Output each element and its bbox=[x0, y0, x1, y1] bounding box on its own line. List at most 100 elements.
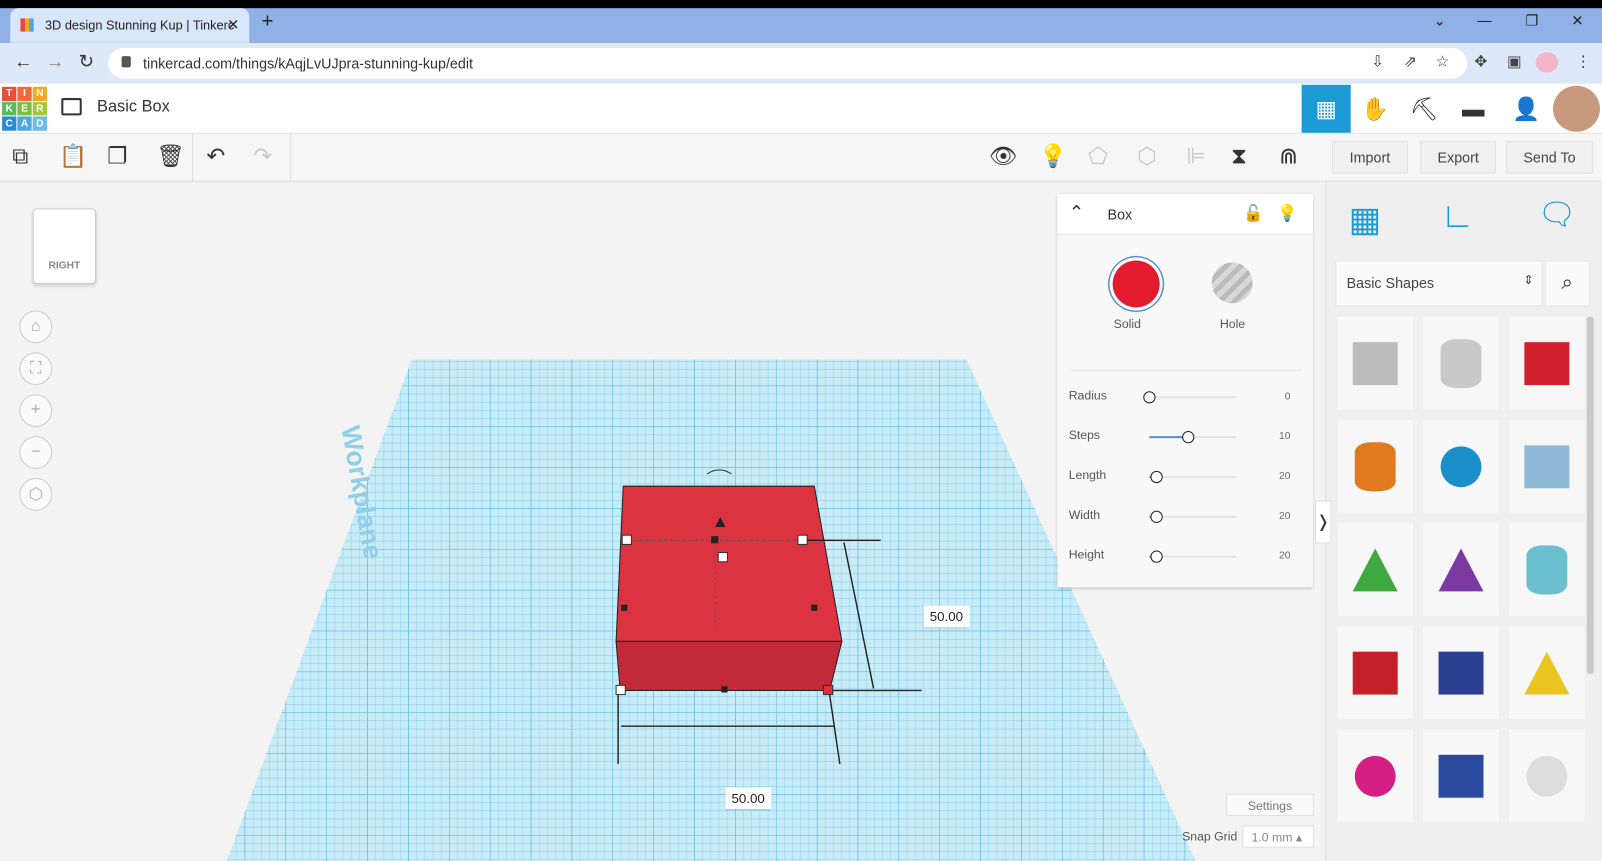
show-lightbulb-icon[interactable]: 💡 bbox=[1039, 143, 1067, 170]
cylinder-shape[interactable] bbox=[1337, 419, 1414, 513]
param-value[interactable]: 10 bbox=[1279, 431, 1290, 442]
shape-category-select[interactable]: Basic Shapes ⇕ bbox=[1335, 260, 1543, 307]
share-icon[interactable]: ⇗ bbox=[1404, 52, 1417, 70]
paraboloid-shape[interactable] bbox=[1509, 729, 1585, 823]
snap-grid-select[interactable]: 1.0 mm ▴ bbox=[1242, 825, 1314, 848]
extensions-icon[interactable]: ✥ bbox=[1474, 52, 1487, 70]
workplane-tool-icon[interactable]: ▦ bbox=[1349, 199, 1382, 240]
duplicate-icon[interactable]: ❐ bbox=[107, 143, 127, 170]
half-sphere-shape[interactable] bbox=[1337, 729, 1414, 823]
bricks-button[interactable]: ▬ bbox=[1449, 85, 1498, 133]
lightbulb-icon[interactable]: 💡 bbox=[1277, 203, 1297, 223]
perspective-icon[interactable]: ⬡ bbox=[19, 478, 53, 511]
tinkercad-logo[interactable]: TIN KER CAD bbox=[2, 86, 47, 131]
cruise-magnet-icon[interactable]: ⋒ bbox=[1279, 143, 1298, 170]
lock-open-icon[interactable]: 🔓 bbox=[1243, 203, 1263, 223]
back-icon[interactable]: ← bbox=[14, 51, 32, 72]
collapse-panel-button[interactable]: ❭ bbox=[1314, 500, 1332, 544]
scribble-shape[interactable] bbox=[1509, 419, 1585, 513]
param-value[interactable]: 20 bbox=[1279, 551, 1290, 562]
ruler-tool-icon[interactable]: ∟ bbox=[1441, 196, 1475, 236]
export-button[interactable]: Export bbox=[1420, 140, 1497, 174]
delete-icon[interactable]: 🗑 bbox=[156, 143, 185, 170]
param-value[interactable]: 0 bbox=[1285, 391, 1291, 402]
close-window-icon[interactable]: ✕ bbox=[1571, 12, 1583, 29]
shape-inspector: ⌃ Box 🔓 💡 Solid Hole Radius 0 Steps 10 Len… bbox=[1057, 194, 1313, 588]
ungroup-icon[interactable]: ⬡ bbox=[1137, 143, 1157, 170]
param-slider-track[interactable] bbox=[1149, 396, 1237, 399]
text-shape-thumbnail bbox=[1352, 651, 1398, 695]
send-to-button[interactable]: Send To bbox=[1505, 140, 1593, 174]
solid-label: Solid bbox=[1113, 316, 1141, 331]
close-tab-icon[interactable]: ✕ bbox=[227, 16, 239, 33]
param-value[interactable]: 20 bbox=[1279, 471, 1290, 482]
bookmark-star-icon[interactable]: ☆ bbox=[1435, 52, 1449, 70]
cone-shape[interactable] bbox=[1423, 522, 1499, 616]
fit-view-icon[interactable]: ⛶ bbox=[19, 352, 53, 386]
param-value[interactable]: 20 bbox=[1279, 511, 1290, 522]
pyramid-shape[interactable] bbox=[1509, 626, 1585, 720]
logo-letter: T bbox=[2, 86, 17, 101]
hole-button[interactable] bbox=[1211, 262, 1253, 304]
home-view-icon[interactable]: ⌂ bbox=[19, 310, 53, 344]
redo-icon[interactable]: ↷ bbox=[253, 143, 272, 170]
zoom-out-icon[interactable]: − bbox=[19, 436, 53, 469]
import-button[interactable]: Import bbox=[1332, 140, 1408, 174]
copy-icon[interactable]: ⧉ bbox=[12, 143, 28, 170]
url-field[interactable]: tinkercad.com/things/kAqjLvUJpra-stunnin… bbox=[108, 48, 1468, 79]
sphere-shape-thumbnail bbox=[1440, 445, 1482, 487]
logo-letter: C bbox=[2, 116, 17, 131]
browser-menu-icon[interactable]: ⋮ bbox=[1575, 52, 1590, 70]
dimension-length[interactable]: 50.00 bbox=[725, 787, 771, 809]
maximize-icon[interactable]: ❐ bbox=[1525, 12, 1538, 29]
side-panel-icon[interactable]: ▣ bbox=[1507, 52, 1521, 70]
user-avatar[interactable] bbox=[1552, 85, 1600, 132]
paste-icon[interactable]: 📋 bbox=[59, 143, 87, 170]
polygon-shape[interactable] bbox=[1423, 729, 1499, 823]
param-slider-knob[interactable] bbox=[1150, 470, 1163, 484]
group-icon[interactable]: ⬠ bbox=[1088, 143, 1108, 170]
minimize-icon[interactable]: — bbox=[1477, 12, 1491, 28]
text-shape[interactable] bbox=[1337, 626, 1414, 720]
new-tab-button[interactable]: + bbox=[262, 10, 274, 33]
collapse-chevron-icon[interactable]: ⌃ bbox=[1069, 202, 1084, 223]
round-roof-shape[interactable] bbox=[1509, 522, 1585, 616]
param-slider-knob[interactable] bbox=[1150, 550, 1163, 563]
wedge-shape[interactable] bbox=[1423, 626, 1499, 720]
undo-icon[interactable]: ↶ bbox=[206, 143, 225, 170]
install-icon[interactable]: ⇩ bbox=[1371, 52, 1384, 70]
notes-tool-icon[interactable]: 🗨 bbox=[1538, 197, 1577, 233]
align-icon[interactable]: ⊫ bbox=[1186, 143, 1206, 170]
design-title[interactable]: Basic Box bbox=[97, 98, 170, 116]
view-cube[interactable]: RIGHT bbox=[32, 208, 97, 284]
param-slider-knob[interactable] bbox=[1143, 391, 1156, 404]
box-shape[interactable] bbox=[1509, 316, 1585, 410]
browser-tab[interactable]: 3D design Stunning Kup | Tinkerc ✕ bbox=[10, 8, 250, 43]
add-user-button[interactable]: 👤 bbox=[1502, 85, 1551, 133]
dimension-width[interactable]: 50.00 bbox=[923, 605, 970, 628]
roof-shape[interactable] bbox=[1337, 522, 1414, 616]
mirror-icon[interactable]: ⧗ bbox=[1231, 143, 1247, 170]
select-arrows-icon: ⇕ bbox=[1523, 272, 1534, 288]
reload-icon[interactable]: ↻ bbox=[79, 51, 94, 72]
pickaxe-button[interactable]: ⛏ bbox=[1400, 85, 1449, 133]
3d-view-grid-button[interactable]: ▦ bbox=[1301, 84, 1351, 133]
param-slider-knob[interactable] bbox=[1150, 510, 1163, 523]
design-list-icon[interactable] bbox=[61, 98, 82, 116]
sphere-shape[interactable] bbox=[1423, 419, 1499, 513]
box-hole-shape[interactable] bbox=[1337, 316, 1414, 410]
box-shape-thumbnail bbox=[1524, 341, 1570, 385]
tab-search-icon[interactable]: ⌄ bbox=[1433, 12, 1445, 29]
cylinder-hole-shape[interactable] bbox=[1423, 316, 1499, 410]
settings-button[interactable]: Settings bbox=[1226, 793, 1314, 817]
zoom-in-icon[interactable]: + bbox=[19, 394, 53, 427]
notes-eye-icon[interactable]: 👁 bbox=[989, 143, 1018, 170]
profile-avatar[interactable] bbox=[1535, 52, 1559, 73]
blocks-hand-button[interactable]: ✋ bbox=[1351, 85, 1400, 133]
search-shapes-button[interactable]: ⌕ bbox=[1544, 260, 1590, 307]
library-scrollbar[interactable] bbox=[1586, 316, 1594, 675]
forward-icon[interactable]: → bbox=[46, 51, 64, 72]
red-box[interactable] bbox=[615, 485, 843, 691]
solid-color-button[interactable] bbox=[1112, 260, 1160, 308]
param-slider-knob[interactable] bbox=[1182, 431, 1195, 444]
